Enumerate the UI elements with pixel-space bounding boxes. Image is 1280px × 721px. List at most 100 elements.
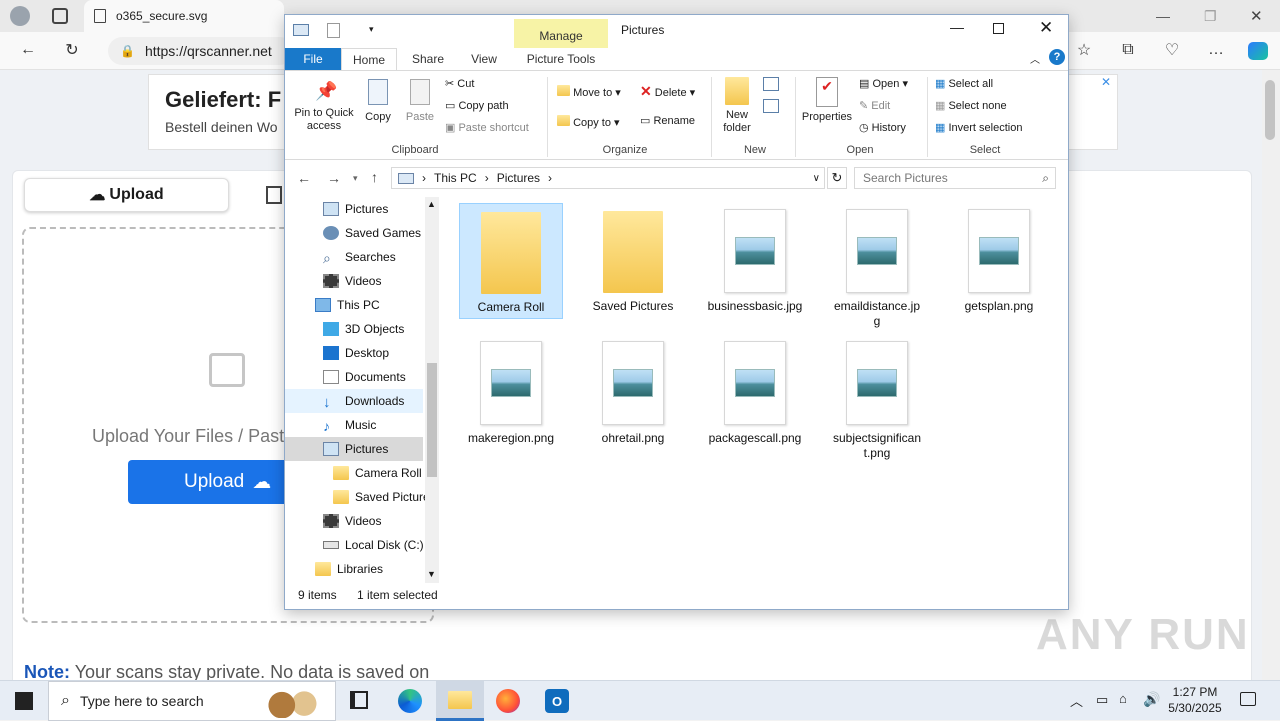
explorer-taskbar-icon[interactable] — [436, 681, 484, 721]
maximize-icon[interactable] — [993, 23, 1004, 34]
nav-item-camera-roll[interactable]: Camera Roll — [333, 461, 422, 485]
page-scrollbar[interactable] — [1262, 70, 1280, 680]
nav-item-music[interactable]: ♪ Music — [323, 413, 376, 437]
edge-taskbar-icon[interactable] — [398, 689, 422, 713]
new-folder-qa-icon[interactable] — [348, 24, 363, 37]
nav-item-saved-pictures[interactable]: Saved Pictures — [333, 485, 436, 509]
help-icon[interactable]: ? — [1049, 49, 1065, 65]
paste-button[interactable]: Paste — [403, 79, 437, 123]
scroll-thumb[interactable] — [1265, 80, 1275, 140]
refresh-icon[interactable]: ↻ — [58, 36, 86, 64]
cut-button[interactable]: ✂ Cut — [445, 77, 474, 90]
profile-avatar[interactable] — [10, 6, 30, 26]
network-icon[interactable]: ▭ — [1096, 692, 1108, 708]
clock[interactable]: 1:27 PM 5/30/2025 — [1166, 684, 1224, 716]
nav-pane-scrollbar[interactable]: ▲ ▼ — [425, 197, 439, 583]
nav-item-videos[interactable]: Videos — [323, 269, 381, 293]
address-dropdown-icon[interactable]: ∨ — [813, 173, 820, 184]
file-item-packagescall[interactable]: packagescall.png — [703, 335, 807, 446]
nav-item-pictures[interactable]: Pictures — [323, 197, 388, 221]
share-tab[interactable]: Share — [403, 48, 453, 70]
more-icon[interactable]: … — [1202, 36, 1230, 64]
refresh-icon[interactable]: ↻ — [827, 167, 847, 189]
paste-shortcut-button[interactable]: ▣ Paste shortcut — [445, 121, 529, 134]
easy-access-icon[interactable] — [763, 99, 779, 113]
start-icon[interactable] — [15, 692, 33, 710]
scroll-up-icon[interactable]: ▲ — [427, 199, 436, 209]
nav-item-pictures-selected[interactable]: Pictures — [285, 437, 423, 461]
collections-icon[interactable]: ⧉ — [1114, 36, 1142, 64]
new-folder-button[interactable]: New folder — [719, 77, 755, 135]
file-item-ohretail[interactable]: ohretail.png — [581, 335, 685, 446]
nav-item-3d-objects[interactable]: 3D Objects — [323, 317, 404, 341]
restore-icon[interactable]: ❐ — [1204, 8, 1217, 25]
task-view-icon[interactable] — [350, 691, 368, 709]
nav-up-icon[interactable]: ↑ — [371, 169, 378, 185]
breadcrumb-this-pc[interactable]: This PC — [434, 171, 477, 185]
back-icon[interactable]: ← — [14, 36, 42, 64]
nav-item-libraries[interactable]: Libraries — [315, 557, 383, 581]
collapse-ribbon-icon[interactable]: ︿ — [1030, 51, 1040, 66]
nav-item-documents[interactable]: Documents — [323, 365, 406, 389]
rename-button[interactable]: ▭ Rename — [640, 114, 695, 127]
wifi-icon[interactable]: ⌂ — [1119, 691, 1127, 706]
scroll-down-icon[interactable]: ▼ — [427, 569, 436, 579]
move-to-button[interactable]: Move to ▾ — [557, 85, 621, 99]
close-icon[interactable]: ✕ — [1250, 7, 1263, 25]
nav-item-videos-2[interactable]: Videos — [323, 509, 381, 533]
file-item-subjectsignificant[interactable]: subjectsignificant.png — [825, 335, 929, 461]
select-none-button[interactable]: ▦ Select none — [935, 99, 1007, 112]
properties-button[interactable]: ✔ Properties — [799, 77, 855, 123]
file-tab[interactable]: File — [285, 48, 341, 70]
minimize-icon[interactable]: — — [1156, 8, 1170, 24]
edit-button[interactable]: ✎ Edit — [859, 99, 890, 112]
search-input[interactable]: Search Pictures ⌕ — [854, 167, 1056, 189]
picture-tools-tab[interactable]: Picture Tools — [514, 48, 608, 70]
file-item-businessbasic[interactable]: businessbasic.jpg — [703, 203, 807, 314]
close-icon[interactable]: ✕ — [1039, 18, 1053, 38]
upload-tab[interactable]: ☁ Upload — [24, 178, 229, 212]
select-all-button[interactable]: ▦ Select all — [935, 77, 993, 90]
properties-qa-icon[interactable] — [327, 23, 340, 38]
favorites-icon[interactable]: ☆ — [1070, 36, 1098, 64]
taskbar-search-box[interactable]: ⌕ Type here to search — [48, 681, 336, 721]
open-button[interactable]: ▤ Open ▾ — [859, 77, 908, 90]
address-bar[interactable]: › This PC › Pictures › ∨ — [391, 167, 825, 189]
address-bar[interactable]: 🔒 https://qrscanner.net — [108, 37, 294, 65]
extensions-icon[interactable]: ♡ — [1158, 36, 1186, 64]
upload-button[interactable]: Upload ☁ — [128, 460, 288, 504]
minimize-icon[interactable]: — — [950, 19, 964, 35]
copy-to-button[interactable]: Copy to ▾ — [557, 115, 620, 129]
copilot-icon[interactable] — [1248, 42, 1268, 60]
outlook-taskbar-icon[interactable]: O — [545, 689, 569, 713]
file-item-getsplan[interactable]: getsplan.png — [947, 203, 1051, 314]
nav-item-saved-games[interactable]: Saved Games — [323, 221, 421, 245]
nav-item-this-pc[interactable]: This PC — [315, 293, 380, 317]
nav-item-searches[interactable]: ⌕ Searches — [323, 245, 396, 269]
nav-item-local-disk[interactable]: Local Disk (C:) — [323, 533, 424, 557]
new-item-icon[interactable] — [763, 77, 779, 91]
history-button[interactable]: ◷ History — [859, 121, 906, 134]
firefox-taskbar-icon[interactable] — [496, 689, 520, 713]
scan-tab-icon[interactable] — [266, 186, 282, 204]
tray-chevron-icon[interactable]: ︿ — [1070, 691, 1083, 710]
breadcrumb-pictures[interactable]: Pictures — [497, 171, 540, 185]
volume-icon[interactable]: 🔊 — [1143, 691, 1160, 708]
delete-button[interactable]: ✕ Delete ▾ — [640, 83, 695, 100]
recent-dropdown-icon[interactable]: ▾ — [353, 173, 358, 184]
home-tab[interactable]: Home — [341, 48, 397, 70]
file-item-makeregion[interactable]: makeregion.png — [459, 335, 563, 446]
notification-icon[interactable] — [1240, 692, 1256, 706]
tab-o365-secure[interactable]: o365_secure.svg — [84, 0, 284, 32]
scroll-thumb[interactable] — [427, 363, 437, 477]
file-item-emaildistance[interactable]: emaildistance.jpg — [825, 203, 929, 329]
pin-quick-access-button[interactable]: 📌 Pin to Quick access — [291, 81, 357, 133]
nav-back-icon[interactable]: ← — [297, 170, 311, 186]
view-tab[interactable]: View — [459, 48, 509, 70]
file-item-saved-pictures[interactable]: Saved Pictures — [581, 203, 685, 314]
file-item-camera-roll[interactable]: Camera Roll — [459, 203, 563, 319]
ad-close-icon[interactable]: ✕ — [1101, 75, 1111, 89]
copy-button[interactable]: Copy — [363, 79, 393, 123]
nav-item-downloads[interactable]: ↓ Downloads — [285, 389, 423, 413]
copy-path-button[interactable]: ▭ Copy path — [445, 99, 509, 112]
